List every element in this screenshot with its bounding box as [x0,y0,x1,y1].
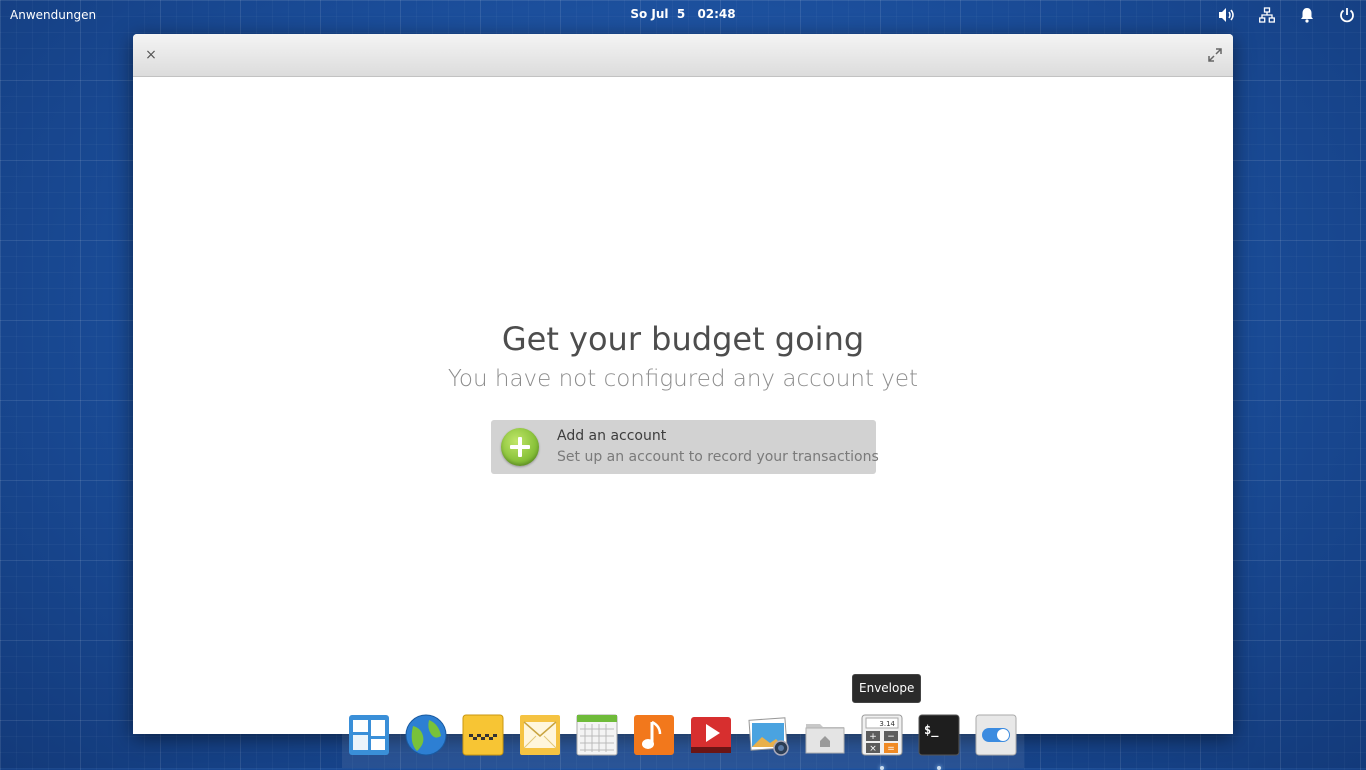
svg-text:=: = [887,744,895,754]
welcome-view: Get your budget going You have not confi… [133,77,1233,734]
welcome-subtitle: You have not configured any account yet [447,366,919,392]
mail-icon[interactable] [519,714,561,756]
svg-text:−: − [887,732,895,742]
close-icon[interactable]: × [143,47,159,63]
add-account-description: Set up an account to record your transac… [557,449,879,465]
terminal-prompt-text: $_ [924,723,939,738]
notification-bell-icon[interactable] [1296,5,1318,25]
running-indicator [880,766,884,770]
terminal-icon[interactable]: $_ [918,714,960,770]
photos-icon[interactable] [747,714,789,756]
multitasking-view-icon[interactable] [348,714,390,756]
settings-icon[interactable] [975,714,1017,756]
svg-text:×: × [869,744,877,754]
window-titlebar[interactable]: × [133,34,1233,77]
chat-icon[interactable] [462,714,504,756]
videos-icon[interactable] [690,714,732,756]
calendar-icon[interactable] [576,714,618,756]
top-panel: Anwendungen So Jul 5 02:48 [0,0,1366,30]
files-icon[interactable] [804,714,846,756]
welcome-title: Get your budget going [501,320,865,358]
svg-text:+: + [869,732,877,742]
dock-tooltip: Envelope [852,674,922,703]
power-icon[interactable] [1336,5,1358,25]
date-time-indicator[interactable]: So Jul 5 02:48 [0,7,1366,21]
add-account-button[interactable]: Add an account Set up an account to reco… [491,420,879,474]
app-window: × Get your budget going You have not con… [133,34,1233,734]
date-label: So Jul 5 [630,7,686,21]
add-account-label: Add an account [557,428,667,444]
time-label: 02:48 [697,7,736,21]
maximize-icon[interactable] [1207,47,1223,63]
network-icon[interactable] [1256,5,1278,25]
add-icon [501,428,539,466]
web-browser-icon[interactable] [405,714,447,756]
volume-icon[interactable] [1216,5,1238,25]
calculator-display-text: 3.14 [879,720,895,728]
system-tray [1216,5,1358,25]
calculator-icon[interactable]: 3.14 + − × = [861,714,903,770]
dock: 3.14 + − × = $_ [342,708,1024,770]
music-icon[interactable] [633,714,675,756]
running-indicator [937,766,941,770]
